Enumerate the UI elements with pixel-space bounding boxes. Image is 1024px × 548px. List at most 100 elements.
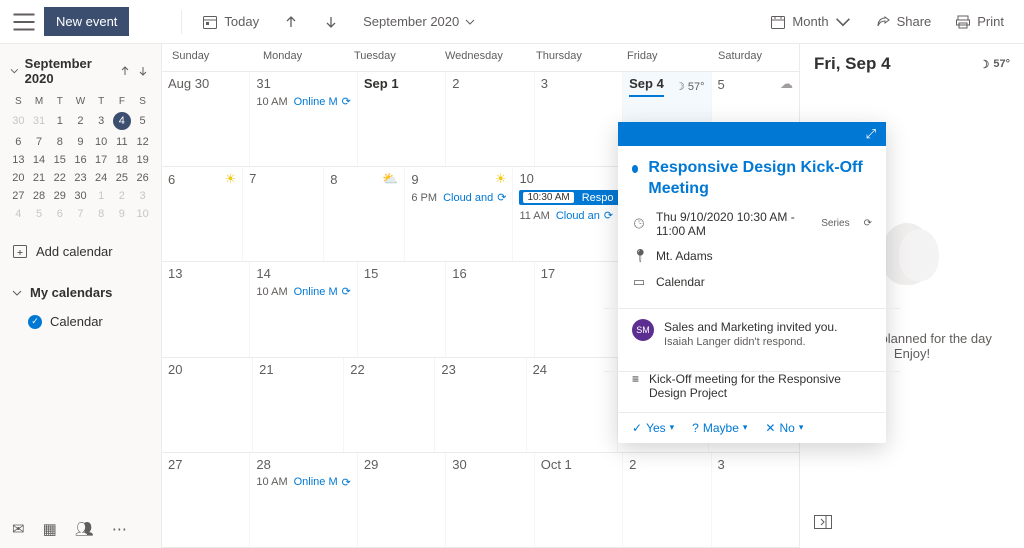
calendar-cell[interactable]: 27 <box>162 453 250 547</box>
calendar-cell[interactable]: 31 10 AMOnline M⟳ <box>250 72 357 166</box>
mini-calendar-day[interactable]: 15 <box>49 151 70 169</box>
calendar-cell[interactable]: 30 <box>446 453 534 547</box>
mini-calendar-day[interactable]: 16 <box>70 151 91 169</box>
mini-calendar-day[interactable]: 10 <box>91 133 112 151</box>
event-chip[interactable]: 10 AMOnline M⟳ <box>256 285 350 298</box>
calendar-cell[interactable]: 9☀ 6 PMCloud and⟳ <box>405 167 513 261</box>
my-calendars-section[interactable]: My calendars <box>8 277 153 308</box>
calendar-cell[interactable]: 3 <box>712 453 799 547</box>
calendar-cell[interactable]: 29 <box>358 453 446 547</box>
mini-calendar-day[interactable]: 14 <box>29 151 50 169</box>
mini-calendar-day[interactable]: 30 <box>8 109 29 133</box>
mini-calendar-day[interactable]: 26 <box>132 169 153 187</box>
mini-calendar-header[interactable]: September 2020 <box>8 52 153 94</box>
mini-calendar-day[interactable]: 1 <box>91 187 112 205</box>
mini-calendar-day[interactable]: 9 <box>112 205 133 223</box>
mini-calendar-day[interactable]: 1 <box>49 109 70 133</box>
mini-calendar-day[interactable]: 7 <box>70 205 91 223</box>
calendar-cell[interactable]: 15 <box>358 262 446 356</box>
mini-calendar-day[interactable]: 4 <box>8 205 29 223</box>
mini-calendar-day[interactable]: 13 <box>8 151 29 169</box>
calendar-cell[interactable]: 13 <box>162 262 250 356</box>
mini-calendar-day[interactable]: 9 <box>70 133 91 151</box>
mini-calendar-day[interactable]: 5 <box>29 205 50 223</box>
calendar-cell[interactable]: 14 10 AMOnline M⟳ <box>250 262 357 356</box>
mini-calendar-day[interactable]: 28 <box>29 187 50 205</box>
mini-calendar-day[interactable]: 5 <box>132 109 153 133</box>
mini-calendar-day[interactable]: 19 <box>132 151 153 169</box>
calendar-cell[interactable]: 20 <box>162 358 253 452</box>
mini-calendar-day[interactable]: 10 <box>132 205 153 223</box>
mini-calendar-day[interactable]: 24 <box>91 169 112 187</box>
mini-next-button[interactable] <box>135 63 151 79</box>
calendar-cell[interactable]: 22 <box>344 358 435 452</box>
share-button[interactable]: Share <box>867 8 940 36</box>
today-button[interactable]: Today <box>194 8 267 36</box>
hamburger-icon[interactable] <box>12 10 36 34</box>
event-chip[interactable]: 10 AMOnline M⟳ <box>256 476 350 489</box>
mini-calendar-day[interactable]: 8 <box>91 205 112 223</box>
calendar-cell[interactable]: 8⛅ <box>324 167 405 261</box>
prev-period-button[interactable] <box>275 8 307 36</box>
calendar-cell[interactable]: 7 <box>243 167 324 261</box>
event-chip-selected[interactable]: 10:30 AMRespo⟳ <box>519 190 630 205</box>
view-switcher[interactable]: Month <box>762 8 858 36</box>
mini-calendar-day[interactable]: 12 <box>132 133 153 151</box>
calendar-cell[interactable]: 21 <box>253 358 344 452</box>
print-button[interactable]: Print <box>947 8 1012 36</box>
calendar-cell[interactable]: 3 <box>535 72 623 166</box>
mini-calendar-day[interactable]: 6 <box>49 205 70 223</box>
more-icon[interactable]: ⋯ <box>112 520 127 538</box>
mini-calendar-day[interactable]: 3 <box>132 187 153 205</box>
mini-calendar-day[interactable]: 11 <box>112 133 133 151</box>
event-chip[interactable]: 11 AMCloud an⟳ <box>519 209 630 222</box>
mini-calendar-day[interactable]: 29 <box>49 187 70 205</box>
calendar-icon[interactable]: ▦ <box>43 520 57 538</box>
mini-calendar-day[interactable]: 30 <box>70 187 91 205</box>
add-calendar-link[interactable]: Add calendar <box>8 235 153 267</box>
mini-calendar-day[interactable]: 27 <box>8 187 29 205</box>
calendar-cell[interactable]: 23 <box>435 358 526 452</box>
calendar-cell[interactable]: 28 10 AMOnline M⟳ <box>250 453 357 547</box>
event-chip[interactable]: 6 PMCloud and⟳ <box>411 191 506 204</box>
mini-calendar-day[interactable]: 17 <box>91 151 112 169</box>
month-picker[interactable]: September 2020 <box>363 14 475 29</box>
calendar-cell[interactable]: 17 <box>535 262 623 356</box>
mail-icon[interactable]: ✉ <box>12 520 25 538</box>
event-chip[interactable]: 10 AMOnline M⟳ <box>256 95 350 108</box>
mini-calendar-day[interactable]: 2 <box>112 187 133 205</box>
calendar-cell[interactable]: Aug 30 <box>162 72 250 166</box>
calendar-cell[interactable]: 6☀ <box>162 167 243 261</box>
rsvp-no-button[interactable]: ✕No▾ <box>765 421 803 435</box>
mini-calendar-day[interactable]: 7 <box>29 133 50 151</box>
mini-calendar-day[interactable]: 4 <box>112 109 133 133</box>
mini-calendar-day[interactable]: 21 <box>29 169 50 187</box>
mini-calendar-day[interactable]: 18 <box>112 151 133 169</box>
calendar-cell[interactable]: Sep 1 <box>358 72 446 166</box>
calendar-cell[interactable]: 16 <box>446 262 534 356</box>
rsvp-maybe-button[interactable]: ?Maybe▾ <box>692 421 747 435</box>
mini-calendar-day[interactable]: 23 <box>70 169 91 187</box>
mini-calendar-day[interactable]: 22 <box>49 169 70 187</box>
mini-calendar-day[interactable]: 25 <box>112 169 133 187</box>
mini-calendar-day[interactable]: 8 <box>49 133 70 151</box>
mini-calendar-day[interactable]: 20 <box>8 169 29 187</box>
mini-prev-button[interactable] <box>117 63 133 79</box>
calendar-cell[interactable]: Oct 1 <box>535 453 623 547</box>
calendar-cell[interactable]: 2 <box>623 453 711 547</box>
mini-calendar-day[interactable]: 3 <box>91 109 112 133</box>
question-icon: ? <box>692 421 699 435</box>
people-icon[interactable]: 👥︎ <box>75 520 94 538</box>
new-event-button[interactable]: New event <box>44 7 129 36</box>
calendar-item[interactable]: ✓ Calendar <box>8 308 153 335</box>
expand-icon[interactable]: ⤢ <box>866 126 876 142</box>
mini-calendar-day[interactable]: 31 <box>29 109 50 133</box>
agenda-collapse-button[interactable] <box>814 509 1010 538</box>
rsvp-yes-button[interactable]: ✓Yes▾ <box>632 421 674 435</box>
mini-calendar[interactable]: SMTWTFS 30311234567891011121314151617181… <box>8 94 153 223</box>
mini-calendar-day[interactable]: 6 <box>8 133 29 151</box>
mini-calendar-day[interactable]: 2 <box>70 109 91 133</box>
calendar-cell[interactable]: 2 <box>446 72 534 166</box>
event-title[interactable]: Responsive Design Kick-Off Meeting <box>648 158 872 200</box>
next-period-button[interactable] <box>315 8 347 36</box>
